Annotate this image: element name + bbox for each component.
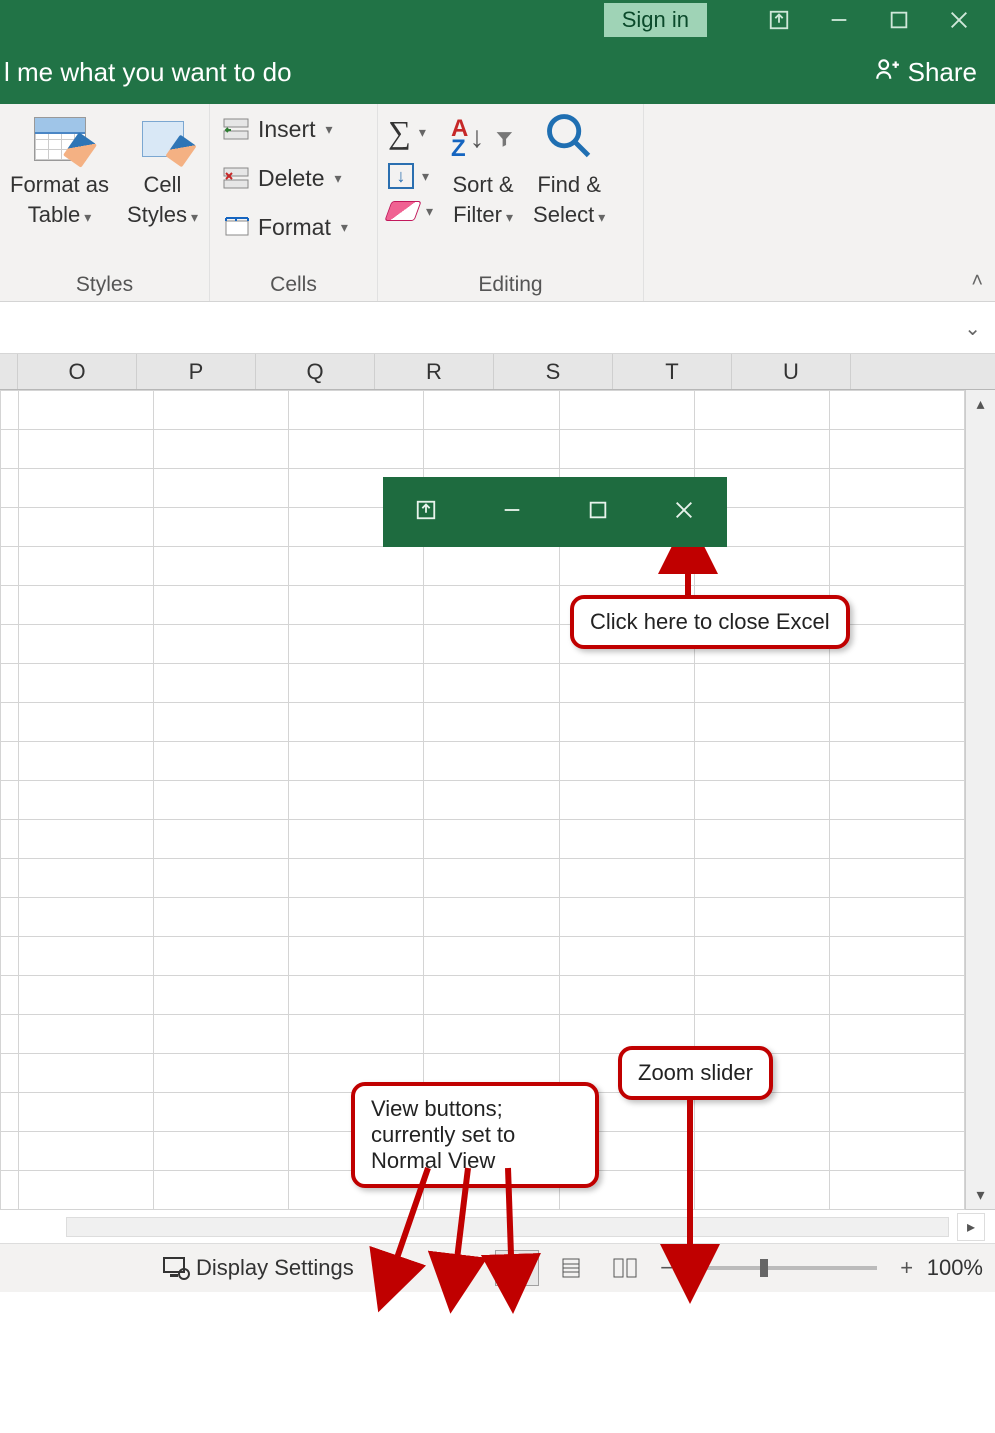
annotation-callout-zoom: Zoom slider <box>618 1046 773 1100</box>
col-header[interactable]: S <box>494 354 613 389</box>
annotation-arrow-view1 <box>380 1162 440 1297</box>
minimize-icon[interactable] <box>809 0 869 40</box>
maximize-icon <box>587 499 609 526</box>
chevron-down-icon: ▾ <box>341 219 348 236</box>
col-header[interactable]: O <box>18 354 137 389</box>
chevron-down-icon: ▾ <box>84 209 91 225</box>
fill-button[interactable]: ↓▾ <box>388 163 433 189</box>
format-as-table-label2: Table <box>28 202 81 227</box>
magnifier-icon <box>543 110 595 168</box>
chevron-down-icon: ▾ <box>326 121 333 138</box>
col-header[interactable]: R <box>375 354 494 389</box>
format-as-table-button[interactable]: Format as Table▾ <box>10 110 109 228</box>
monitor-icon <box>162 1256 190 1280</box>
sign-in-button[interactable]: Sign in <box>604 3 707 37</box>
group-label-cells: Cells <box>220 269 367 297</box>
expand-formula-bar-icon[interactable]: ⌄ <box>964 316 981 341</box>
format-as-table-label1: Format as <box>10 172 109 198</box>
cell-styles-label1: Cell <box>144 172 182 198</box>
chevron-down-icon: ▾ <box>598 209 605 225</box>
collapse-ribbon-icon[interactable]: ˄ <box>971 270 983 293</box>
eraser-icon <box>384 201 421 221</box>
fill-down-icon: ↓ <box>388 163 414 189</box>
scroll-right-icon[interactable]: ▸ <box>957 1213 985 1241</box>
scroll-down-icon[interactable]: ▾ <box>966 1181 995 1209</box>
sort-az-icon: AZ↓ <box>451 117 492 161</box>
maximize-icon[interactable] <box>869 0 929 40</box>
sort-filter-label2: Filter <box>453 202 502 227</box>
col-header-edge <box>0 354 18 389</box>
group-label-styles: Styles <box>10 269 199 297</box>
ribbon-group-cells: Insert ▾ Delete ▾ Format ▾ <box>210 104 378 301</box>
chevron-down-icon: ▾ <box>506 209 513 225</box>
cell-styles-button[interactable]: Cell Styles▾ <box>127 110 198 228</box>
chevron-down-icon: ▾ <box>422 168 429 185</box>
format-label: Format <box>258 214 331 241</box>
column-headers: O P Q R S T U <box>0 354 995 390</box>
chevron-down-icon: ▾ <box>426 203 433 220</box>
share-button[interactable]: Share <box>874 56 977 89</box>
find-select-label2: Select <box>533 202 594 227</box>
annotation-callout-close: Click here to close Excel <box>570 595 850 649</box>
ribbon: Format as Table▾ Cell Styles▾ Styles Ins… <box>0 104 995 302</box>
display-settings-icon[interactable]: Display Settings <box>162 1255 354 1281</box>
sort-filter-label1: Sort & <box>452 172 513 198</box>
page-break-icon <box>611 1256 639 1280</box>
close-icon[interactable] <box>929 0 989 40</box>
zoom-slider-thumb[interactable] <box>760 1259 768 1277</box>
delete-button[interactable]: Delete ▾ <box>220 159 350 198</box>
format-cells-icon <box>222 215 252 241</box>
page-layout-icon <box>557 1256 585 1280</box>
annotation-titlebar-clone <box>383 477 727 547</box>
chevron-down-icon: ▾ <box>191 209 198 225</box>
display-settings-label: Display Settings <box>196 1255 354 1281</box>
tell-me-input[interactable]: l me what you want to do <box>4 57 292 88</box>
filter-funnel-icon <box>494 128 515 150</box>
chevron-down-icon: ▾ <box>419 124 426 141</box>
ribbon-group-editing: ∑▾ ↓▾ ▾ AZ↓ Sort & Filter▾ Find & Select… <box>378 104 644 301</box>
page-break-view-button[interactable] <box>603 1250 647 1286</box>
tellme-bar: l me what you want to do Share <box>0 40 995 104</box>
close-icon <box>673 499 695 526</box>
col-header[interactable]: T <box>613 354 732 389</box>
formula-bar[interactable]: ⌄ <box>0 302 995 354</box>
format-button[interactable]: Format ▾ <box>220 208 350 247</box>
group-label-editing: Editing <box>388 269 633 297</box>
vertical-scrollbar[interactable]: ▴ ▾ <box>965 390 995 1209</box>
annotation-arrow-zoom <box>678 1094 708 1289</box>
sort-filter-button[interactable]: AZ↓ Sort & Filter▾ <box>451 110 515 228</box>
col-header[interactable]: Q <box>256 354 375 389</box>
scroll-up-icon[interactable]: ▴ <box>966 390 995 418</box>
find-select-button[interactable]: Find & Select▾ <box>533 110 605 228</box>
chevron-down-icon: ▾ <box>334 170 341 187</box>
col-header[interactable]: U <box>732 354 851 389</box>
zoom-level[interactable]: 100% <box>927 1255 983 1281</box>
clear-button[interactable]: ▾ <box>388 201 433 221</box>
autosum-button[interactable]: ∑▾ <box>388 114 433 151</box>
zoom-in-button[interactable]: + <box>897 1255 917 1281</box>
zoom-slider[interactable] <box>697 1266 877 1270</box>
delete-label: Delete <box>258 165 324 192</box>
cell-styles-label2: Styles <box>127 202 187 227</box>
annotation-arrow-view3 <box>498 1162 528 1297</box>
ribbon-group-styles: Format as Table▾ Cell Styles▾ Styles <box>0 104 210 301</box>
ribbon-display-options-icon[interactable] <box>749 0 809 40</box>
find-select-label1: Find & <box>537 172 601 198</box>
annotation-arrow-view2 <box>448 1162 478 1297</box>
table-icon <box>34 117 86 161</box>
cell-styles-icon <box>142 121 184 157</box>
insert-button[interactable]: Insert ▾ <box>220 110 350 149</box>
minimize-icon <box>501 499 523 526</box>
col-header[interactable]: P <box>137 354 256 389</box>
titlebar: Sign in <box>0 0 995 40</box>
insert-label: Insert <box>258 116 316 143</box>
share-label: Share <box>908 57 977 88</box>
ribbon-display-options-icon <box>415 499 437 526</box>
sigma-icon: ∑ <box>388 114 411 151</box>
zoom-out-button[interactable]: − <box>657 1255 677 1281</box>
delete-cells-icon <box>222 166 252 192</box>
share-icon <box>874 56 900 89</box>
insert-cells-icon <box>222 117 252 143</box>
page-layout-view-button[interactable] <box>549 1250 593 1286</box>
